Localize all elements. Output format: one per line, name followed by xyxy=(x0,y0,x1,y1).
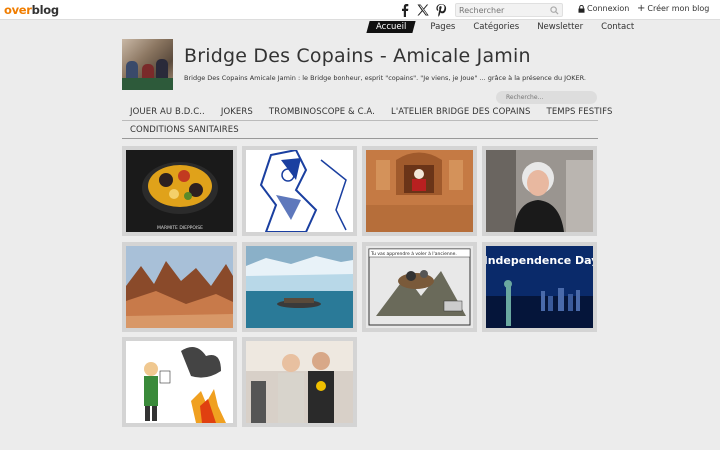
create-blog-link[interactable]: + Créer mon blog xyxy=(637,2,710,14)
pinterest-icon[interactable] xyxy=(434,2,448,17)
nav-item-accueil[interactable]: Accueil xyxy=(366,21,416,33)
top-search-input[interactable] xyxy=(456,5,546,15)
article-card[interactable] xyxy=(242,337,357,427)
cartoon-caption: Tu vas apprendre à voler à l'ancienne. xyxy=(370,250,457,257)
article-card[interactable] xyxy=(122,242,237,332)
facebook-icon[interactable] xyxy=(398,2,412,17)
x-twitter-icon[interactable] xyxy=(416,2,430,16)
blog-search-box[interactable] xyxy=(496,91,597,104)
login-link[interactable]: Connexion xyxy=(578,4,629,13)
top-search-box[interactable] xyxy=(455,3,563,17)
menu-item-atelier[interactable]: L'ATELIER BRIDGE DES COPAINS xyxy=(383,107,539,117)
article-thumbnail-iceberg xyxy=(246,246,353,328)
article-card[interactable] xyxy=(362,146,477,236)
nav-item-categories[interactable]: Catégories xyxy=(473,22,519,32)
article-thumbnail-independence-day: Independence Day xyxy=(486,246,593,328)
main-nav: Accueil Pages Catégories Newsletter Cont… xyxy=(366,20,652,34)
menu-item-temps-festifs[interactable]: TEMPS FESTIFS xyxy=(539,107,621,117)
article-card[interactable]: MARMITE DIEPPOISE xyxy=(122,146,237,236)
nav-item-pages[interactable]: Pages xyxy=(430,22,455,32)
article-thumbnail-portrait xyxy=(486,150,593,232)
menu-row: CONDITIONS SANITAIRES xyxy=(122,121,598,138)
nav-item-newsletter[interactable]: Newsletter xyxy=(537,22,583,32)
lock-icon xyxy=(578,4,585,13)
article-card[interactable] xyxy=(482,146,597,236)
article-card[interactable] xyxy=(242,242,357,332)
category-menu: JOUER AU B.D.C.. JOKERS TROMBINOSCOPE & … xyxy=(122,104,612,139)
article-thumbnail-cartoon-fire xyxy=(126,341,233,423)
social-links xyxy=(398,2,448,17)
marmite-caption: MARMITE DIEPPOISE xyxy=(157,225,203,231)
menu-item-conditions-sanitaires[interactable]: CONDITIONS SANITAIRES xyxy=(122,125,247,135)
nav-label: Accueil xyxy=(376,22,407,32)
article-thumbnail-window xyxy=(366,150,473,232)
site-title[interactable]: Bridge Des Copains - Amicale Jamin xyxy=(184,45,531,67)
menu-row: JOUER AU B.D.C.. JOKERS TROMBINOSCOPE & … xyxy=(122,104,612,121)
article-thumbnail-photo-men xyxy=(246,341,353,423)
plus-icon: + xyxy=(637,2,646,14)
create-blog-label: Créer mon blog xyxy=(647,4,710,13)
menu-item-jokers[interactable]: JOKERS xyxy=(213,107,261,117)
article-thumbnail-cartoon-nest: Tu vas apprendre à voler à l'ancienne. xyxy=(366,246,473,328)
blog-search-input[interactable] xyxy=(496,94,591,101)
menu-item-trombinoscope[interactable]: TROMBINOSCOPE & C.A. xyxy=(261,107,383,117)
article-thumbnail-marmite: MARMITE DIEPPOISE xyxy=(126,150,233,232)
article-card[interactable] xyxy=(122,337,237,427)
search-icon[interactable] xyxy=(550,6,559,15)
article-thumbnail-desert xyxy=(126,246,233,328)
login-label: Connexion xyxy=(587,4,630,13)
top-bar: overblog Connexion + Créer mon blog xyxy=(0,0,720,20)
logo-part-blog: blog xyxy=(31,3,59,17)
article-card[interactable]: Tu vas apprendre à voler à l'ancienne. xyxy=(362,242,477,332)
blog-avatar[interactable] xyxy=(122,39,173,90)
article-card[interactable]: Independence Day xyxy=(482,242,597,332)
menu-item-jouer[interactable]: JOUER AU B.D.C.. xyxy=(122,107,213,117)
article-thumbnail-queen-card xyxy=(246,150,353,232)
nav-item-contact[interactable]: Contact xyxy=(601,22,634,32)
independence-day-caption: Independence Day xyxy=(486,254,593,267)
overblog-logo[interactable]: overblog xyxy=(4,3,59,17)
article-card[interactable] xyxy=(242,146,357,236)
logo-part-over: over xyxy=(4,3,32,17)
site-description: Bridge Des Copains Amicale Jamin : le Br… xyxy=(184,74,586,82)
